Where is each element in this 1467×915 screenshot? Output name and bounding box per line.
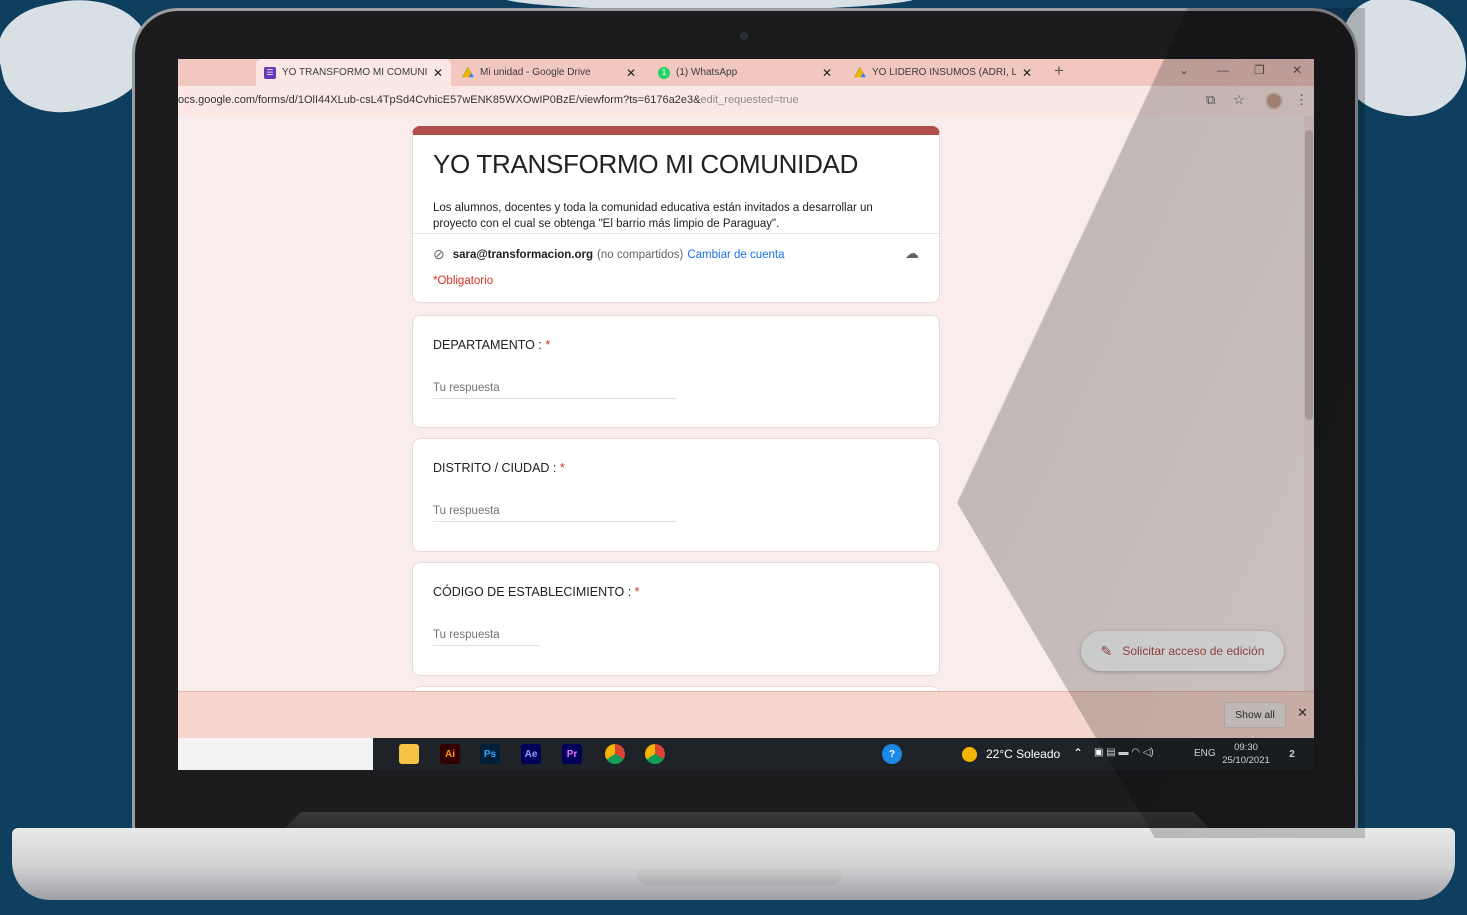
form-description: Los alumnos, docentes y toda la comunida…: [433, 202, 873, 230]
switch-account-link[interactable]: Cambiar de cuenta: [687, 249, 784, 261]
webcam-icon: [740, 32, 748, 40]
divider: [413, 233, 939, 234]
question-label: DEPARTAMENTO : *: [433, 338, 551, 352]
tab-drive[interactable]: Mi unidad - Google Drive ✕: [454, 59, 644, 86]
url-main: ocs.google.com/forms/d/1OlI44XLub-csL4Tp…: [178, 94, 701, 106]
premiere-icon[interactable]: Pr: [562, 744, 582, 764]
close-tab-icon[interactable]: ✕: [626, 66, 636, 80]
chrome-icon[interactable]: [645, 744, 665, 764]
tab-label: YO TRANSFORMO MI COMUNIDA: [282, 67, 427, 78]
account-note: (no compartidos): [597, 248, 684, 261]
help-icon[interactable]: ?: [882, 744, 902, 764]
tab-whatsapp[interactable]: 1 (1) WhatsApp ✕: [650, 59, 840, 86]
taskbar-search[interactable]: [178, 738, 373, 770]
tab-search-icon[interactable]: ⌄: [1179, 63, 1189, 77]
request-edit-button[interactable]: ✎ Solicitar acceso de edición: [1081, 631, 1284, 671]
form-page: YO TRANSFORMO MI COMUNIDAD Los alumnos, …: [178, 116, 1314, 706]
answer-input[interactable]: Tu respuesta: [433, 382, 677, 399]
cloud-icon: ☁: [905, 245, 919, 261]
tray-icons: ▣ ▤ ▬ ◠ ◁): [1094, 747, 1154, 758]
photoshop-icon[interactable]: Ps: [480, 744, 500, 764]
question-card: DEPARTAMENTO : * Tu respuesta: [412, 315, 940, 428]
account-email: sara@transformacion.org: [452, 248, 594, 261]
google-forms-icon: ☰: [264, 66, 276, 79]
url-query: edit_requested=true: [700, 94, 799, 106]
show-all-button[interactable]: Show all: [1224, 702, 1286, 728]
file-explorer-icon[interactable]: [399, 744, 419, 764]
answer-input[interactable]: Tu respuesta: [433, 629, 539, 646]
close-downloads-icon[interactable]: ✕: [1297, 705, 1308, 721]
illustrator-icon[interactable]: Ai: [440, 744, 460, 764]
google-drive-icon: [462, 66, 474, 78]
laptop-base: [12, 828, 1455, 900]
required-note: *Obligatorio: [433, 275, 494, 287]
request-edit-label: Solicitar acceso de edición: [1122, 644, 1265, 658]
new-tab-button[interactable]: +: [1054, 61, 1064, 81]
form-title: YO TRANSFORMO MI COMUNIDAD: [433, 149, 859, 179]
windows-taskbar: Ai Ps Ae Pr ? 22°C Soleado ⌃ ▣ ▤ ▬ ◠ ◁) …: [178, 738, 1314, 770]
question-label: CÓDIGO DE ESTABLECIMIENTO : *: [433, 585, 640, 599]
close-tab-icon[interactable]: ✕: [822, 66, 832, 80]
browser-tab-bar: ☰ YO TRANSFORMO MI COMUNIDA ✕ Mi unidad …: [178, 59, 1314, 86]
google-drive-icon: [854, 66, 866, 78]
bookmark-star-icon[interactable]: ☆: [1233, 92, 1245, 108]
downloads-bar: Show all ✕: [178, 691, 1314, 738]
language-indicator[interactable]: ENG: [1194, 748, 1216, 759]
answer-input[interactable]: Tu respuesta: [433, 505, 677, 522]
close-tab-icon[interactable]: ✕: [1022, 66, 1032, 80]
pencil-icon: ✎: [1100, 642, 1113, 659]
tab-label: (1) WhatsApp: [676, 67, 738, 78]
scrollbar[interactable]: [1304, 116, 1314, 691]
weather-sun-icon: [962, 747, 977, 762]
clock-date: 25/10/2021: [1222, 755, 1270, 766]
profile-avatar[interactable]: [1265, 92, 1283, 110]
translate-icon[interactable]: ⧉: [1206, 92, 1215, 108]
after-effects-icon[interactable]: Ae: [521, 744, 541, 764]
close-window-icon[interactable]: ✕: [1292, 63, 1302, 77]
account-row: ⊘ sara@transformacion.org (no compartido…: [433, 246, 785, 263]
tray-chevron-icon[interactable]: ⌃: [1073, 746, 1083, 760]
notification-icon[interactable]: 2: [1282, 744, 1302, 764]
eye-off-icon: ⊘: [433, 246, 445, 262]
chrome-icon[interactable]: [605, 744, 625, 764]
tab-label: YO LIDERO INSUMOS (ADRI, LIN: [872, 67, 1016, 78]
close-tab-icon[interactable]: ✕: [433, 66, 443, 80]
question-card: CÓDIGO DE ESTABLECIMIENTO : * Tu respues…: [412, 562, 940, 676]
weather-text[interactable]: 22°C Soleado: [986, 747, 1060, 761]
tab-drive-2[interactable]: YO LIDERO INSUMOS (ADRI, LIN ✕: [846, 59, 1040, 86]
menu-dots-icon[interactable]: ⋮: [1295, 92, 1308, 108]
laptop-screen: ☰ YO TRANSFORMO MI COMUNIDA ✕ Mi unidad …: [178, 59, 1314, 770]
tab-forms[interactable]: ☰ YO TRANSFORMO MI COMUNIDA ✕: [256, 59, 451, 86]
tab-label: Mi unidad - Google Drive: [480, 67, 591, 78]
address-bar[interactable]: ocs.google.com/forms/d/1OlI44XLub-csL4Tp…: [178, 86, 1314, 116]
clock-time: 09:30: [1234, 742, 1258, 753]
laptop-notch: [636, 870, 842, 886]
scroll-thumb[interactable]: [1305, 130, 1313, 420]
form-header-card: YO TRANSFORMO MI COMUNIDAD Los alumnos, …: [412, 126, 940, 303]
notification-count: 2: [1289, 748, 1295, 760]
clock[interactable]: 09:30 25/10/2021: [1218, 741, 1274, 767]
minimize-icon[interactable]: —: [1217, 63, 1229, 77]
question-label: DISTRITO / CIUDAD : *: [433, 461, 565, 475]
question-card: DISTRITO / CIUDAD : * Tu respuesta: [412, 438, 940, 552]
url-text[interactable]: ocs.google.com/forms/d/1OlI44XLub-csL4Tp…: [178, 94, 799, 106]
whatsapp-icon: 1: [658, 66, 670, 79]
restore-icon[interactable]: ❐: [1254, 63, 1265, 77]
